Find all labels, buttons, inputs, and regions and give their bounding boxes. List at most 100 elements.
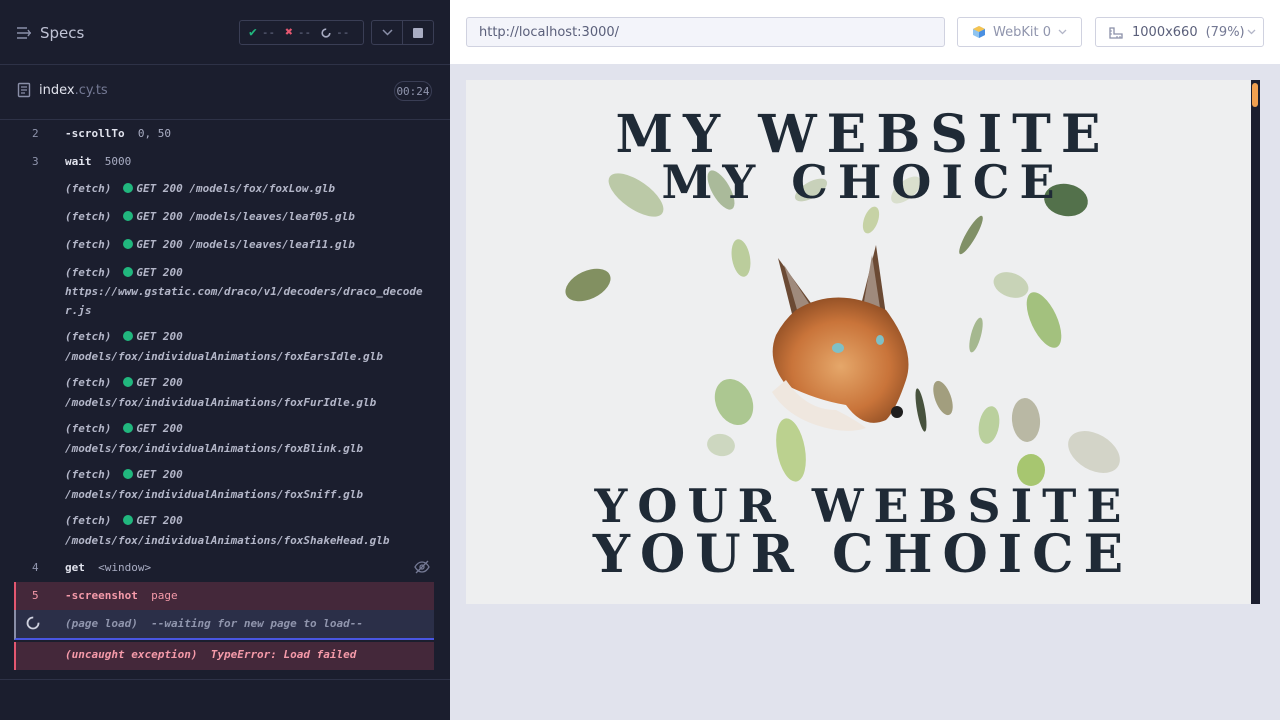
cypress-runner: Specs ✔ -- ✖ -- -- index.cy.ts 00:24 2 -… [0, 0, 1280, 720]
chevron-down-icon [1058, 29, 1067, 35]
command-args: page [151, 589, 178, 602]
x-icon: ✖ [285, 25, 293, 40]
fetch-label: (fetch) [65, 238, 112, 251]
status-dot-icon [123, 515, 134, 525]
fetch-label: (fetch) [65, 330, 112, 343]
status-dot-icon [123, 183, 134, 193]
exception-message: TypeError: Load failed [210, 648, 357, 661]
website-illustration: MY WEBSITE MY CHOICE YOUR WEBSITE YOUR C… [466, 80, 1260, 604]
status-dot-icon [123, 211, 134, 221]
page-load-message: --waiting for new page to load-- [151, 617, 364, 630]
fetch-label: (fetch) [65, 468, 112, 481]
command-row[interactable]: 3 wait 5000 [14, 148, 434, 176]
fetch-method: GET 200 [136, 182, 183, 195]
fetch-row[interactable]: (fetch) GET 200/models/fox/individualAnim… [14, 324, 434, 370]
fetch-row[interactable]: (fetch) GET 200/models/fox/individualAnim… [14, 416, 434, 462]
browser-name: WebKit 0 [993, 24, 1051, 40]
fetch-url: https://www.gstatic.com/draco/v1/decoder… [65, 285, 423, 317]
page-load-label: (page load) [65, 617, 138, 630]
spinner-icon [321, 27, 331, 38]
command-args: 5000 [104, 155, 132, 168]
spec-duration: 00:24 [394, 81, 432, 101]
reporter-divider [0, 679, 450, 680]
fetch-method: GET 200 [136, 238, 183, 251]
command-get: get <window> [65, 561, 151, 574]
file-icon [17, 82, 31, 98]
chevron-down-icon [1247, 29, 1256, 35]
spec-extension: .cy.ts [74, 82, 108, 98]
browser-selector[interactable]: WebKit 0 [957, 17, 1082, 47]
pending-command-row[interactable]: (page load) --waiting for new page to lo… [14, 610, 434, 640]
stop-button[interactable] [403, 21, 433, 44]
specs-button[interactable]: Specs [16, 22, 84, 44]
spec-file-link[interactable]: index.cy.ts [17, 82, 108, 98]
exception-row[interactable]: (uncaught exception) TypeError: Load fai… [14, 642, 434, 670]
fetch-label: (fetch) [65, 376, 112, 389]
command-row[interactable]: 4 get <window> [14, 554, 434, 582]
fetch-url: /models/fox/foxLow.glb [189, 182, 336, 195]
headline-line-4: YOUR CHOICE [592, 524, 1133, 585]
fetch-method: GET 200 [136, 514, 183, 527]
eye-slash-icon[interactable] [414, 560, 430, 574]
fetch-method: GET 200 [136, 422, 183, 435]
run-controls [371, 20, 434, 45]
viewport-ruler-icon [1109, 27, 1123, 39]
failed-command-row[interactable]: 5 -screenshot page [14, 582, 434, 610]
stop-icon [413, 27, 423, 38]
command-number: 4 [32, 561, 39, 574]
test-stats: ✔ -- ✖ -- -- [239, 20, 364, 45]
command-number: 5 [32, 589, 39, 602]
check-icon: ✔ [249, 25, 257, 40]
fetch-method: GET 200 [136, 376, 183, 389]
failed-count: -- [297, 26, 312, 39]
fetch-row[interactable]: (fetch) GET 200 /models/leaves/leaf05.glb [14, 204, 434, 232]
fetch-row[interactable]: (fetch) GET 200/models/fox/individualAnim… [14, 508, 434, 554]
aut-iframe[interactable]: MY WEBSITE MY CHOICE YOUR WEBSITE YOUR C… [466, 80, 1260, 604]
fetch-label: (fetch) [65, 422, 112, 435]
status-dot-icon [123, 239, 134, 249]
command-name: -scrollTo [65, 127, 125, 140]
spinner-icon [26, 616, 40, 630]
command-number: 3 [32, 155, 39, 168]
fetch-label: (fetch) [65, 182, 112, 195]
fetch-url: /models/leaves/leaf05.glb [189, 210, 355, 223]
pending-count: -- [336, 26, 350, 39]
fetch-url: /models/fox/individualAnimations/foxSnif… [65, 488, 364, 501]
fetch-url: /models/leaves/leaf11.glb [189, 238, 355, 251]
headline-line-2: MY CHOICE [661, 155, 1064, 209]
command-log-panel: Specs ✔ -- ✖ -- -- index.cy.ts 00:24 2 -… [0, 0, 450, 720]
command-wait: wait 5000 [65, 155, 131, 168]
options-dropdown-button[interactable] [372, 21, 403, 44]
fetch-row[interactable]: (fetch) GET 200/models/fox/individualAnim… [14, 462, 434, 508]
fetch-row[interactable]: (fetch) GET 200 /models/leaves/leaf11.glb [14, 232, 434, 260]
specs-list-icon [17, 27, 31, 39]
fetch-url: /models/fox/individualAnimations/foxEars… [65, 350, 383, 363]
fetch-method: GET 200 [136, 210, 183, 223]
failed-stat: ✖ -- [285, 25, 311, 40]
status-dot-icon [123, 469, 134, 479]
webkit-icon [973, 26, 985, 38]
fetch-label: (fetch) [65, 514, 112, 527]
fetch-row[interactable]: (fetch) GET 200/models/fox/individualAnim… [14, 370, 434, 416]
pending-stat: -- [321, 26, 349, 39]
status-dot-icon [123, 331, 134, 341]
fetch-method: GET 200 [136, 468, 183, 481]
status-dot-icon [123, 377, 134, 387]
specs-label: Specs [40, 24, 85, 42]
url-bar[interactable]: http://localhost:3000/ [466, 17, 945, 47]
spec-name: index [39, 82, 75, 98]
fetch-row[interactable]: (fetch) GET 200 /models/fox/foxLow.glb [14, 176, 434, 204]
aut-scrollbar-track[interactable] [1251, 80, 1260, 604]
fetch-label: (fetch) [65, 266, 112, 279]
viewport-zoom: (79%) [1205, 24, 1245, 40]
aut-scrollbar-thumb[interactable] [1252, 83, 1258, 107]
fetch-row[interactable]: (fetch) GET 200 https://www.gstatic.com/dr… [14, 260, 434, 324]
command-row[interactable]: 2 -scrollTo 0, 50 [14, 120, 434, 148]
passed-count: -- [261, 26, 276, 39]
command-args: 0, 50 [137, 127, 171, 140]
command-name: get [65, 561, 85, 574]
viewport-selector[interactable]: 1000x660 (79%) [1095, 17, 1264, 47]
fetch-url: /models/fox/individualAnimations/foxShak… [65, 534, 390, 547]
aut-header: http://localhost:3000/ WebKit 0 1000x660… [450, 0, 1280, 64]
fetch-label: (fetch) [65, 210, 112, 223]
